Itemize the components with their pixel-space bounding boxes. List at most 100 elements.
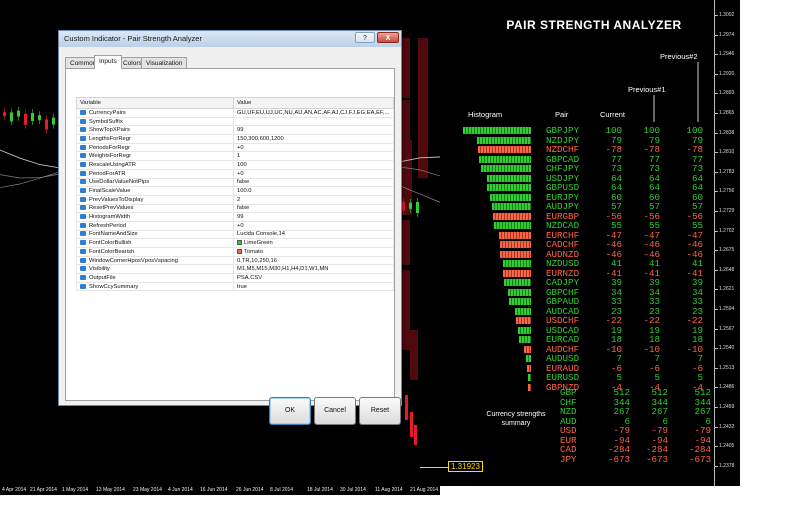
input-row[interactable]: FontColorBearish Tomato	[76, 247, 394, 257]
input-value[interactable]: 150,300,600,1200	[233, 134, 394, 144]
input-row[interactable]: WindowCornerHposVposVspacing 0,TR,10,250,…	[76, 255, 394, 266]
input-value-text: 2	[237, 196, 241, 203]
input-row[interactable]: FinalScaleValue 100.0	[76, 186, 394, 196]
input-row[interactable]: RescaleUsingATR 100	[76, 160, 394, 170]
input-variable: FinalScaleValue	[76, 186, 234, 196]
histogram-bar	[477, 136, 531, 144]
input-value[interactable]: 99	[233, 125, 394, 136]
parameter-icon	[80, 127, 86, 133]
input-row[interactable]: SymbolSuffix	[76, 116, 394, 127]
input-value[interactable]: LimeGreen	[233, 238, 394, 248]
inputs-panel: Variable Value CurrencyPairs GU,UF,EU,UJ,…	[65, 68, 395, 401]
close-button[interactable]: X	[377, 32, 399, 43]
price-tick-label: 1.2893	[714, 90, 735, 97]
histogram-bar	[499, 231, 531, 239]
input-row[interactable]: Visibility M1,M5,M15,M30,H1,H4,D1,W1,MN	[76, 264, 394, 275]
input-value[interactable]	[233, 116, 394, 127]
variable-column-header[interactable]: Variable	[76, 97, 234, 109]
input-row[interactable]: CurrencyPairs GU,UF,EU,UJ,UC,NU,AU,AN,AC,…	[76, 108, 394, 118]
input-row[interactable]: OutputFile PSA.CSV	[76, 273, 394, 283]
input-variable: LengthsForRegr	[76, 134, 234, 144]
input-value[interactable]: +0	[233, 142, 394, 153]
time-tick-label: 16 Jun 2014	[200, 487, 228, 493]
input-row[interactable]: ResetPrevValues false	[76, 203, 394, 214]
custom-indicator-dialog[interactable]: Custom Indicator - Pair Strength Analyze…	[58, 30, 402, 425]
input-row[interactable]: ShowTopXPairs 99	[76, 125, 394, 136]
input-row[interactable]: LengthsForRegr 150,300,600,1200	[76, 134, 394, 144]
input-row[interactable]: RefreshPeriod +0	[76, 220, 394, 231]
input-value[interactable]: 1	[233, 151, 394, 162]
input-value[interactable]: Tomato	[233, 247, 394, 257]
time-tick-label: 21 Aug 2014	[410, 487, 439, 493]
input-value[interactable]: 100	[233, 160, 394, 170]
input-row[interactable]: FontColorBullish LimeGreen	[76, 238, 394, 248]
input-row[interactable]: FontNameAndSize Lucida Console,14	[76, 229, 394, 240]
help-button[interactable]: ?	[355, 32, 375, 43]
input-variable: WindowCornerHposVposVspacing	[76, 255, 234, 266]
parameter-icon	[80, 196, 86, 202]
histogram-bar	[524, 345, 531, 353]
input-variable-name: ShowCcySummary	[89, 283, 139, 290]
time-scale[interactable]: 4 Apr 2014 21 Apr 2014 1 May 2014 13 May 20…	[0, 486, 740, 512]
input-variable-name: ResetPrevValues	[89, 205, 134, 212]
value-column-header[interactable]: Value	[233, 97, 394, 109]
ok-button[interactable]: OK	[269, 397, 311, 425]
currency-current: -673	[607, 453, 630, 465]
input-variable: Visibility	[76, 264, 234, 275]
input-value-text: 0,TR,10,250,16	[237, 257, 277, 264]
dialog-titlebar[interactable]: Custom Indicator - Pair Strength Analyze…	[59, 31, 401, 47]
input-value[interactable]: true	[233, 281, 394, 292]
tab-inputs[interactable]: Inputs	[94, 55, 122, 69]
price-tick-label: 1.2946	[714, 51, 735, 58]
histogram-bar	[478, 155, 531, 163]
input-value[interactable]: GU,UF,EU,UJ,UC,NU,AU,AN,AC,AF,AJ,CJ,FJ,E…	[233, 108, 394, 118]
input-value[interactable]: +0	[233, 220, 394, 231]
input-variable: FontColorBullish	[76, 238, 234, 248]
input-value[interactable]: M1,M5,M15,M30,H1,H4,D1,W1,MN	[233, 264, 394, 275]
input-row[interactable]: UseDollarValueNotPips false	[76, 177, 394, 188]
input-row[interactable]: PrevValuesToDisplay 2	[76, 194, 394, 205]
currency-name: JPY	[560, 453, 577, 465]
input-value[interactable]: 2	[233, 194, 394, 205]
input-variable: CurrencyPairs	[76, 108, 234, 118]
right-margin	[740, 0, 800, 512]
time-tick-label: 4 Apr 2014	[2, 487, 27, 493]
reset-button[interactable]: Reset	[359, 397, 401, 425]
input-variable-name: WeightsForRegr	[89, 153, 132, 160]
input-value[interactable]: PSA.CSV	[233, 273, 394, 283]
input-row[interactable]: PeriodsForRegr +0	[76, 142, 394, 153]
dialog-title: Custom Indicator - Pair Strength Analyze…	[64, 34, 202, 43]
input-value[interactable]: 99	[233, 212, 394, 222]
input-row[interactable]: PeriodForATR +0	[76, 168, 394, 179]
price-tick-label: 1.2432	[714, 423, 735, 430]
histogram-bar	[499, 241, 531, 248]
parameter-icon	[80, 179, 86, 185]
input-row[interactable]: ShowCcySummary true	[76, 281, 394, 292]
input-row[interactable]: HistogramWidth 99	[76, 212, 394, 222]
input-variable: WeightsForRegr	[76, 151, 234, 162]
input-value-text: 100.0	[237, 188, 252, 195]
input-row[interactable]: WeightsForRegr 1	[76, 151, 394, 162]
input-value[interactable]: false	[233, 177, 394, 188]
last-price-label: 1.31923	[448, 461, 483, 472]
histogram-bar	[515, 307, 531, 315]
input-variable-name: Visibility	[89, 266, 110, 273]
histogram-bar	[527, 374, 531, 381]
input-variable-name: PrevValuesToDisplay	[89, 196, 144, 203]
parameter-icon	[80, 283, 86, 289]
price-tick-label: 1.2648	[714, 266, 735, 273]
input-value[interactable]: +0	[233, 168, 394, 179]
summary-label: Currency strengths summary	[486, 411, 546, 427]
time-tick-label: 4 Jun 2014	[168, 487, 193, 493]
time-tick-label: 8 Jul 2014	[270, 487, 294, 493]
input-value[interactable]: 100.0	[233, 186, 394, 196]
input-value[interactable]: Lucida Console,14	[233, 229, 394, 240]
price-scale[interactable]: 1.3002 1.2974 1.2946 1.2920 1.2893 1.2865 1.28…	[714, 0, 740, 486]
cancel-button[interactable]: Cancel	[314, 397, 356, 425]
parameter-icon	[80, 248, 86, 254]
input-value[interactable]: 0,TR,10,250,16	[233, 255, 394, 266]
input-variable: ShowTopXPairs	[76, 125, 234, 136]
histogram-bar	[487, 184, 531, 191]
parameter-icon	[80, 153, 86, 159]
input-value[interactable]: false	[233, 203, 394, 214]
